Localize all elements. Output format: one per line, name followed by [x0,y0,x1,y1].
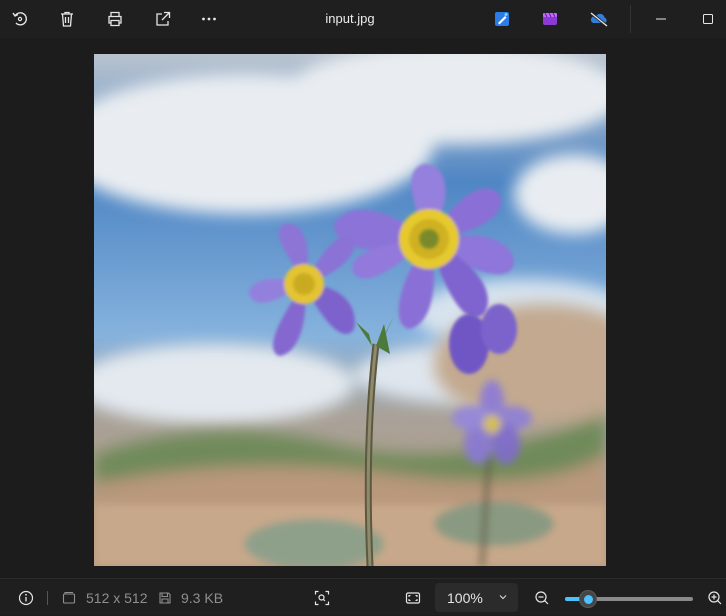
clipchamp-button[interactable] [535,4,565,34]
photo-artwork [94,54,606,566]
status-bar: 512 x 512 9.3 KB 100% [0,578,726,615]
more-icon [202,17,216,21]
fit-to-window-button[interactable] [399,584,427,612]
zoom-level-dropdown[interactable]: 100% [435,583,518,612]
status-divider [47,591,48,605]
toolbar-divider [630,5,631,33]
title-bar: input.jpg [0,0,726,38]
share-icon [156,11,171,26]
share-button[interactable] [148,4,178,34]
image-dimensions: 512 x 512 [86,589,148,606]
zoom-in-button[interactable] [701,584,726,612]
info-icon [18,590,34,606]
minimize-icon [656,18,666,20]
clipchamp-icon [543,12,557,25]
chevron-down-icon [499,595,507,600]
trash-icon [61,11,73,27]
rotate-button[interactable] [5,4,35,34]
rotate-icon [12,12,27,26]
maximize-button[interactable] [688,4,726,34]
delete-button[interactable] [52,4,82,34]
zoom-out-button[interactable] [528,584,556,612]
file-size: 9.3 KB [181,589,224,606]
more-button[interactable] [194,4,224,34]
flower-photo [94,54,606,566]
image-canvas[interactable] [0,38,726,578]
maximize-icon [703,14,713,24]
dimensions-group: 512 x 512 [62,579,148,616]
save-disk-icon [159,591,171,604]
file-size-group: 9.3 KB [158,579,223,616]
zoom-slider[interactable] [565,590,693,608]
zoom-slider-thumb[interactable] [579,590,598,608]
edit-app-button[interactable] [487,4,517,34]
minimize-button[interactable] [641,4,681,34]
fit-window-icon [405,592,421,604]
image-size-icon [62,591,76,604]
print-button[interactable] [100,4,130,34]
onedrive-button[interactable] [584,4,614,34]
window-title: input.jpg [325,11,375,26]
visual-search-icon [314,590,330,606]
zoom-in-icon [708,591,722,605]
zoom-value: 100% [447,589,483,606]
onedrive-off-icon [590,11,608,28]
zoom-out-icon [535,591,549,605]
visual-search-button[interactable] [308,584,336,612]
printer-icon [108,11,122,27]
paint-icon [495,12,509,26]
file-info-button[interactable] [12,584,40,612]
